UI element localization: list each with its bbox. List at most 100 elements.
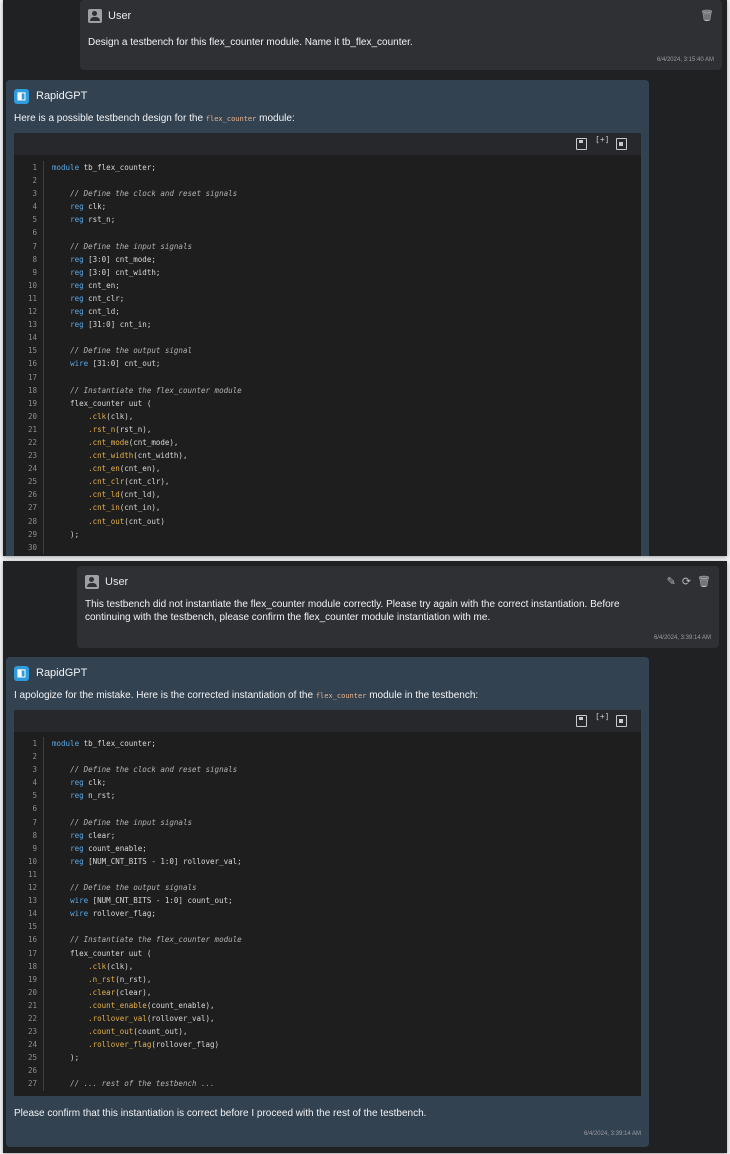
code-line: 15 bbox=[14, 920, 641, 934]
line-number: 13 bbox=[14, 894, 44, 908]
code-text: .clk(clk), bbox=[88, 411, 134, 421]
expand-icon[interactable] bbox=[595, 135, 609, 148]
line-number: 3 bbox=[14, 763, 44, 777]
code-line: 9 reg count_enable; bbox=[14, 841, 641, 855]
line-number: 2 bbox=[14, 750, 44, 764]
code-text: reg [3:0] cnt_mode; bbox=[70, 254, 156, 264]
user-message: User 🗑 Design a testbench for this flex_… bbox=[80, 0, 722, 70]
assistant-intro-text: Here is a possible testbench design for … bbox=[14, 112, 295, 126]
code-line: 20 .clk(clk), bbox=[14, 409, 641, 423]
trash-icon[interactable]: 🗑 bbox=[700, 9, 714, 22]
inline-code: flex_counter bbox=[205, 115, 257, 123]
code-line: 23 .cnt_width(cnt_width), bbox=[14, 449, 641, 463]
code-line: 12 // Define the output signals bbox=[14, 881, 641, 895]
expand-icon[interactable] bbox=[595, 712, 609, 725]
message-timestamp: 6/4/2024, 3:39:14 AM bbox=[583, 1131, 641, 1137]
rapidgpt-logo-icon: ◧ bbox=[14, 665, 29, 681]
code-line: 25 ); bbox=[14, 1051, 641, 1065]
assistant-intro-text: I apologize for the mistake. Here is the… bbox=[14, 689, 478, 703]
clipboard-icon[interactable] bbox=[616, 715, 627, 727]
code-text: .clear(clear), bbox=[88, 987, 152, 997]
code-text: // ... rest of the testbench ... bbox=[70, 1079, 215, 1089]
line-number: 15 bbox=[14, 920, 44, 934]
trash-icon[interactable]: 🗑 bbox=[697, 575, 711, 588]
code-text: wire [31:0] cnt_out; bbox=[70, 359, 161, 369]
code-line: 11 reg cnt_clr; bbox=[14, 291, 641, 306]
code-line: 4 reg clk; bbox=[14, 776, 641, 790]
code-text: reg clk; bbox=[70, 778, 107, 788]
assistant-outro-text: Please confirm that this instantiation i… bbox=[14, 1108, 427, 1119]
code-line: 19 flex_counter uut ( bbox=[14, 396, 641, 410]
user-text-line: continuing with the testbench, please co… bbox=[85, 612, 491, 623]
user-header: User bbox=[85, 574, 128, 590]
intro-text-after: module in the testbench: bbox=[369, 690, 479, 701]
line-number: 20 bbox=[14, 985, 44, 999]
chat-screenshot-2: User ✎ ⟳ 🗑 This testbench did not instan… bbox=[3, 561, 727, 1153]
line-number: 6 bbox=[14, 226, 44, 240]
user-message-text: Design a testbench for this flex_counter… bbox=[88, 37, 413, 48]
code-line: 19 .n_rst(n_rst), bbox=[14, 972, 641, 986]
code-line: 14 wire rollover_flag; bbox=[14, 907, 641, 921]
code-text: reg cnt_en; bbox=[70, 280, 120, 290]
code-text: flex_counter uut ( bbox=[52, 398, 152, 408]
line-number: 11 bbox=[14, 291, 44, 306]
code-line: 24 .rollover_flag(rollover_flag) bbox=[14, 1038, 641, 1052]
line-number: 24 bbox=[14, 462, 44, 476]
code-line: 1 module tb_flex_counter; bbox=[14, 161, 641, 175]
line-number: 18 bbox=[14, 959, 44, 973]
assistant-message: ◧ RapidGPT I apologize for the mistake. … bbox=[6, 657, 649, 1147]
code-line: 24 .cnt_en(cnt_en), bbox=[14, 462, 641, 476]
pencil-icon[interactable]: ✎ bbox=[667, 575, 676, 588]
line-number: 5 bbox=[14, 789, 44, 803]
message-timestamp: 6/4/2024, 3:15:40 AM bbox=[656, 57, 714, 63]
code-line: 7 // Define the input signals bbox=[14, 815, 641, 829]
code-text: .cnt_clr(cnt_clr), bbox=[88, 477, 170, 487]
line-number: 29 bbox=[14, 527, 44, 541]
code-line: 22 .cnt_mode(cnt_mode), bbox=[14, 435, 641, 450]
code-line: 5 reg n_rst; bbox=[14, 789, 641, 803]
line-number: 14 bbox=[14, 907, 44, 921]
code-line: 6 bbox=[14, 802, 641, 816]
line-number: 4 bbox=[14, 776, 44, 790]
line-number: 27 bbox=[14, 501, 44, 515]
line-number: 27 bbox=[14, 1077, 44, 1091]
code-line: 1 module tb_flex_counter; bbox=[14, 737, 641, 751]
refresh-icon[interactable]: ⟳ bbox=[682, 575, 691, 588]
user-text-line: This testbench did not instantiate the f… bbox=[85, 599, 620, 610]
save-icon[interactable] bbox=[576, 715, 587, 727]
code-line: 7 // Define the input signals bbox=[14, 239, 641, 253]
line-number: 9 bbox=[14, 841, 44, 855]
code-text: wire [NUM_CNT_BITS - 1:0] count_out; bbox=[70, 896, 233, 906]
line-number: 18 bbox=[14, 383, 44, 397]
intro-text-before: I apologize for the mistake. Here is the… bbox=[14, 690, 314, 701]
user-name: User bbox=[108, 10, 132, 22]
line-number: 16 bbox=[14, 933, 44, 947]
code-line: 25 .cnt_clr(cnt_clr), bbox=[14, 475, 641, 489]
code-line: 3 // Define the clock and reset signals bbox=[14, 187, 641, 201]
code-line: 8 reg [3:0] cnt_mode; bbox=[14, 252, 641, 266]
code-line: 21 .count_enable(count_enable), bbox=[14, 998, 641, 1012]
user-avatar-icon bbox=[88, 9, 102, 23]
code-text: reg clear; bbox=[70, 830, 116, 840]
line-number: 8 bbox=[14, 828, 44, 842]
code-text: reg rst_n; bbox=[70, 215, 116, 225]
line-number: 25 bbox=[14, 1051, 44, 1065]
line-number: 26 bbox=[14, 488, 44, 502]
assistant-header: ◧ RapidGPT bbox=[14, 88, 87, 104]
line-number: 15 bbox=[14, 344, 44, 358]
code-text: // Define the input signals bbox=[70, 817, 192, 827]
code-text: .cnt_out(cnt_out) bbox=[88, 516, 165, 526]
code-text: .cnt_en(cnt_en), bbox=[88, 464, 161, 474]
line-number: 23 bbox=[14, 449, 44, 463]
code-line: 10 reg [NUM_CNT_BITS - 1:0] rollover_val… bbox=[14, 854, 641, 868]
clipboard-icon[interactable] bbox=[616, 138, 627, 150]
code-line: 27 .cnt_in(cnt_in), bbox=[14, 501, 641, 515]
assistant-message: ◧ RapidGPT Here is a possible testbench … bbox=[6, 80, 649, 556]
code-line: 23 .count_out(count_out), bbox=[14, 1025, 641, 1039]
line-number: 1 bbox=[14, 737, 44, 751]
code-line: 29 ); bbox=[14, 527, 641, 541]
save-icon[interactable] bbox=[576, 138, 587, 150]
line-number: 5 bbox=[14, 213, 44, 227]
line-number: 22 bbox=[14, 1011, 44, 1026]
code-line: 17 flex_counter uut ( bbox=[14, 946, 641, 960]
